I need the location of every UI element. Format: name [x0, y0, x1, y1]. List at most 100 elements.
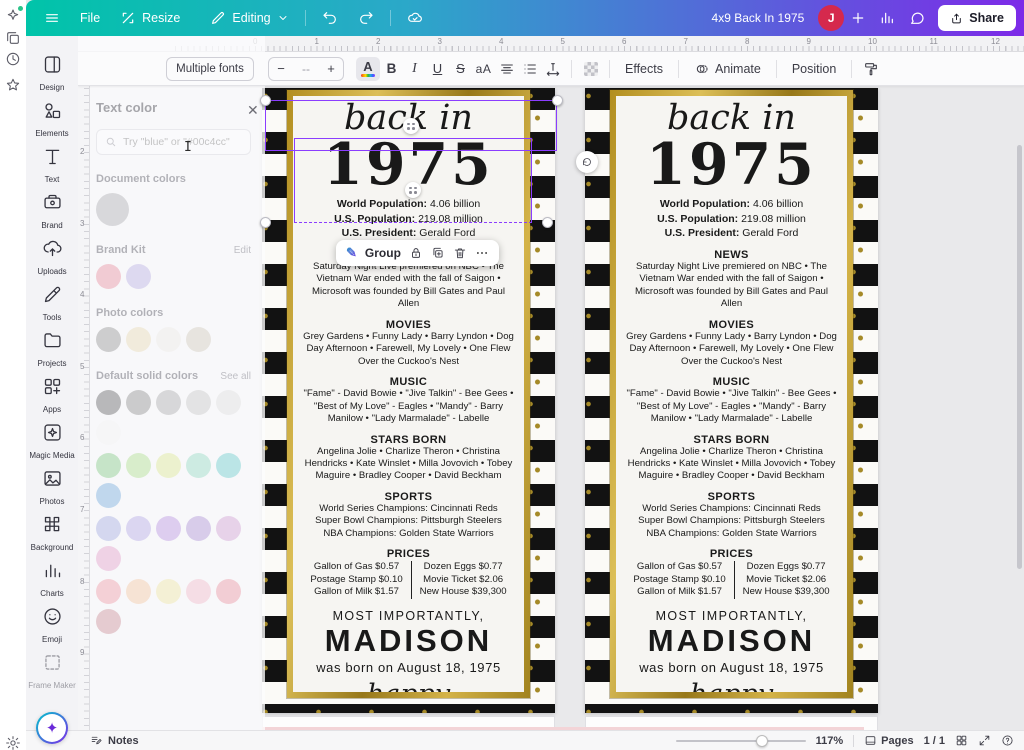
brand-kit-edit-link[interactable]: Edit [234, 245, 251, 256]
lock-button[interactable] [409, 246, 423, 260]
poster-section-movies[interactable]: MOVIESGrey Gardens • Funny Lady • Barry … [624, 319, 839, 368]
duplicate-button[interactable] [431, 246, 445, 260]
user-avatar[interactable]: J [818, 5, 844, 31]
add-member-button[interactable] [844, 4, 872, 32]
poster-section-news[interactable]: NEWSSaturday Night Live premiered on NBC… [624, 249, 839, 311]
sidebar-item-projects[interactable]: Projects [26, 326, 78, 372]
zoom-slider[interactable] [676, 740, 806, 742]
copy-page-icon[interactable] [5, 30, 21, 46]
grid-view-button[interactable] [955, 734, 968, 747]
settings-gear-icon[interactable] [5, 735, 21, 750]
poster-most-importantly[interactable]: MOST IMPORTANTLY, [301, 609, 516, 623]
editing-mode-button[interactable]: Editing [200, 4, 298, 32]
underline-button[interactable]: U [426, 56, 449, 82]
pages-button[interactable]: Pages [864, 734, 913, 747]
design-canvas[interactable]: 0123456789101112 23456789 back in 1975 W… [78, 36, 1024, 730]
font-size-decrease-button[interactable]: − [269, 58, 293, 80]
strikethrough-button[interactable]: S [449, 56, 472, 82]
color-swatch[interactable] [186, 390, 211, 415]
color-swatch[interactable] [186, 516, 211, 541]
help-button[interactable] [1001, 734, 1014, 747]
color-swatch[interactable] [126, 264, 151, 289]
sidebar-item-background[interactable]: Background [26, 510, 78, 556]
sidebar-item-text[interactable]: Text [26, 142, 78, 188]
zoom-level[interactable]: 117% [816, 735, 844, 747]
resize-button[interactable]: Resize [110, 4, 190, 32]
color-swatch[interactable] [216, 453, 241, 478]
poster-happy-birthday[interactable]: happy birthday! [624, 679, 839, 692]
poster-page[interactable]: back in 1975 World Population: 4.06 bill… [585, 88, 878, 713]
color-swatch[interactable] [96, 453, 121, 478]
selection-box-1975[interactable] [294, 138, 532, 223]
color-swatch[interactable] [156, 327, 181, 352]
sidebar-item-charts[interactable]: Charts [26, 556, 78, 602]
color-swatch[interactable] [156, 579, 181, 604]
redo-button[interactable] [348, 4, 384, 32]
poster-name[interactable]: MADISON [301, 624, 516, 658]
color-swatch[interactable] [96, 193, 129, 226]
color-swatch[interactable] [96, 546, 121, 571]
poster-section-music[interactable]: MUSIC"Fame" - David Bowie • "Jive Talkin… [624, 376, 839, 425]
list-button[interactable] [518, 56, 541, 82]
poster-section-music[interactable]: MUSIC"Fame" - David Bowie • "Jive Talkin… [301, 376, 516, 425]
color-swatch[interactable] [156, 453, 181, 478]
copy-style-button[interactable] [859, 56, 882, 82]
share-button[interactable]: Share [938, 5, 1016, 31]
group-button[interactable]: Group [365, 246, 401, 260]
history-clock-icon[interactable] [5, 51, 21, 67]
color-swatch[interactable] [96, 264, 121, 289]
italic-button[interactable]: I [403, 56, 426, 82]
panel-close-icon[interactable]: ✕ [247, 102, 259, 119]
color-swatch[interactable] [186, 579, 211, 604]
document-title[interactable]: 4x9 Back In 1975 [712, 11, 805, 25]
text-color-button[interactable]: A [356, 57, 380, 81]
color-swatch[interactable] [216, 390, 241, 415]
color-swatch[interactable] [156, 390, 181, 415]
poster-section-stars-born[interactable]: STARS BORNAngelina Jolie • Charlize Ther… [301, 434, 516, 483]
sidebar-item-uploads[interactable]: Uploads [26, 234, 78, 280]
color-swatch[interactable] [186, 327, 211, 352]
fullscreen-button[interactable] [978, 734, 991, 747]
alignment-button[interactable] [495, 56, 518, 82]
cloud-save-button[interactable] [397, 4, 433, 32]
color-swatch[interactable] [96, 327, 121, 352]
more-options-button[interactable] [475, 246, 489, 260]
poster-section-stars-born[interactable]: STARS BORNAngelina Jolie • Charlize Ther… [624, 434, 839, 483]
transparency-button[interactable] [579, 56, 602, 82]
bold-button[interactable]: B [380, 56, 403, 82]
text-case-button[interactable]: aA [472, 56, 495, 82]
sidebar-item-frame-maker[interactable]: Frame Maker [26, 648, 78, 694]
sidebar-item-apps[interactable]: Apps [26, 372, 78, 418]
main-menu-button[interactable] [34, 4, 70, 32]
effects-button[interactable]: Effects [617, 56, 671, 82]
drag-handle[interactable] [403, 118, 419, 134]
sidebar-item-tools[interactable]: Tools [26, 280, 78, 326]
poster-section-movies[interactable]: MOVIESGrey Gardens • Funny Lady • Barry … [301, 319, 516, 368]
poster-sections[interactable]: NEWSSaturday Night Live premiered on NBC… [624, 249, 839, 541]
color-swatch[interactable] [96, 390, 121, 415]
selection-handle[interactable] [542, 217, 553, 228]
poster-born-line[interactable]: was born on August 18, 1975 [301, 660, 516, 675]
color-swatch[interactable] [96, 579, 121, 604]
delete-button[interactable] [453, 246, 467, 260]
poster-section-sports[interactable]: SPORTSWorld Series Champions: Cincinnati… [624, 491, 839, 540]
letter-spacing-button[interactable] [541, 56, 564, 82]
selection-handle[interactable] [552, 95, 563, 106]
color-swatch[interactable] [126, 579, 151, 604]
animate-button[interactable]: Animate [686, 56, 769, 82]
color-search-box[interactable] [96, 129, 251, 155]
selection-handle[interactable] [260, 217, 271, 228]
poster-sections[interactable]: NEWSSaturday Night Live premiered on NBC… [301, 249, 516, 541]
rotate-handle[interactable] [576, 151, 598, 173]
color-swatch[interactable] [126, 516, 151, 541]
insights-button[interactable] [872, 4, 902, 32]
color-swatch[interactable] [96, 420, 121, 445]
magic-sparkle-icon[interactable] [5, 8, 21, 24]
poster-stats[interactable]: World Population: 4.06 billionU.S. Popul… [624, 197, 839, 240]
font-family-select[interactable]: Multiple fonts [166, 57, 254, 81]
zoom-slider-thumb[interactable] [756, 735, 768, 747]
color-swatch[interactable] [186, 453, 211, 478]
color-swatch[interactable] [156, 516, 181, 541]
color-swatch[interactable] [126, 390, 151, 415]
sidebar-item-magic-media[interactable]: Magic Media [26, 418, 78, 464]
